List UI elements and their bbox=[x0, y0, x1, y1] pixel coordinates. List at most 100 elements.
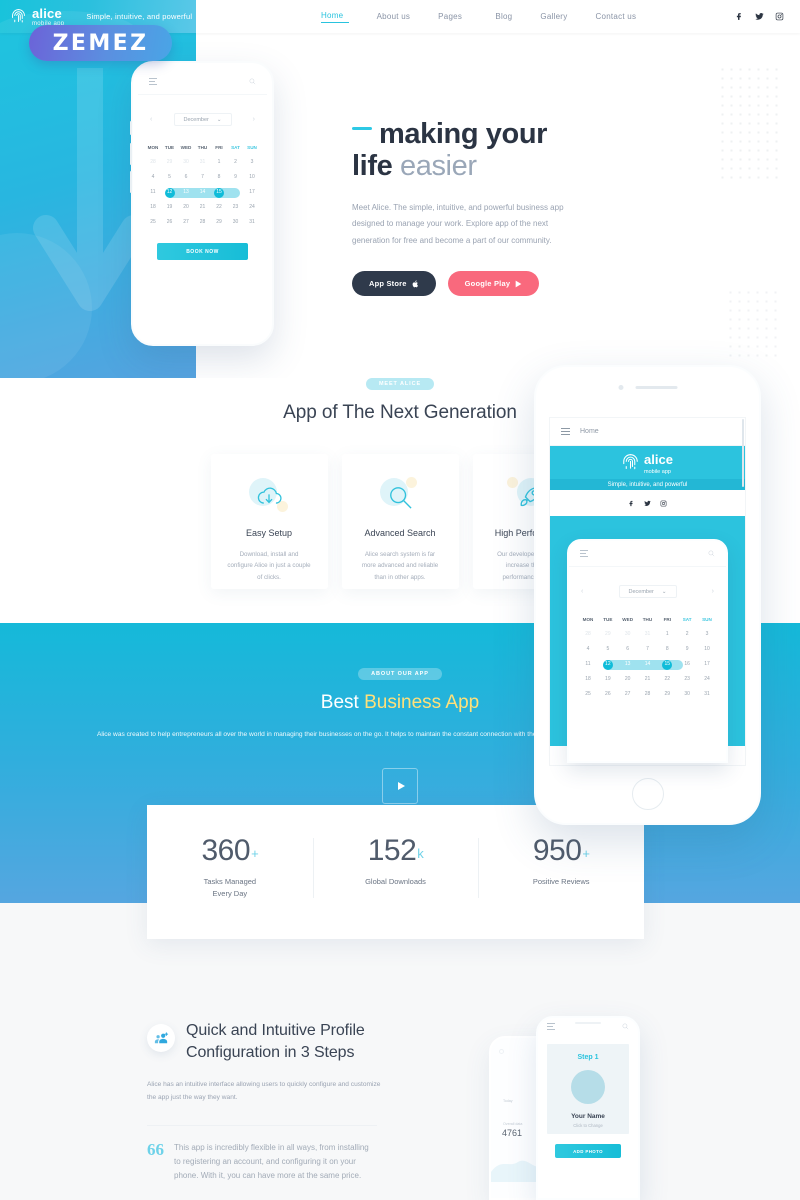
day-cell[interactable]: 25 bbox=[146, 218, 160, 227]
phone-home-button[interactable] bbox=[631, 778, 664, 810]
day-cell[interactable]: 29 bbox=[601, 630, 615, 639]
app-store-button[interactable]: App Store bbox=[352, 271, 436, 297]
search-icon[interactable] bbox=[622, 1023, 629, 1030]
facebook-icon[interactable] bbox=[628, 500, 635, 507]
calendar-month-select[interactable]: December ⌄ bbox=[618, 585, 677, 598]
day-cell[interactable]: 8 bbox=[212, 173, 226, 182]
search-icon[interactable] bbox=[708, 550, 715, 557]
calendar-prev-button[interactable]: ‹ bbox=[581, 588, 583, 595]
day-cell[interactable]: 6 bbox=[621, 645, 635, 654]
day-cell[interactable]: 18 bbox=[146, 203, 160, 212]
day-cell[interactable]: 28 bbox=[146, 158, 160, 167]
nav-item-contact-us[interactable]: Contact us bbox=[595, 12, 636, 21]
day-cell[interactable]: 7 bbox=[196, 173, 210, 182]
day-cell[interactable]: 9 bbox=[229, 173, 243, 182]
day-cell[interactable]: 24 bbox=[700, 675, 714, 684]
nav-item-blog[interactable]: Blog bbox=[495, 12, 512, 21]
day-cell-selected-start[interactable]: 12 bbox=[163, 188, 177, 197]
day-cell[interactable]: 11 bbox=[146, 188, 160, 197]
day-cell[interactable]: 25 bbox=[581, 690, 595, 699]
scrollbar[interactable] bbox=[742, 419, 744, 487]
day-cell[interactable]: 20 bbox=[621, 675, 635, 684]
day-cell[interactable]: 5 bbox=[601, 645, 615, 654]
day-cell[interactable]: 31 bbox=[640, 630, 654, 639]
day-cell[interactable]: 26 bbox=[601, 690, 615, 699]
day-cell[interactable]: 23 bbox=[680, 675, 694, 684]
day-cell[interactable]: 8 bbox=[660, 645, 674, 654]
feature-card-advanced-search[interactable]: Advanced Search Alice search system is f… bbox=[341, 454, 459, 589]
day-cell[interactable]: 19 bbox=[163, 203, 177, 212]
day-cell[interactable]: 21 bbox=[196, 203, 210, 212]
day-cell[interactable]: 2 bbox=[229, 158, 243, 167]
day-cell[interactable]: 18 bbox=[581, 675, 595, 684]
day-cell[interactable]: 30 bbox=[680, 690, 694, 699]
calendar-next-button[interactable]: › bbox=[712, 588, 714, 595]
calendar-next-button[interactable]: › bbox=[253, 116, 255, 123]
day-cell[interactable]: 17 bbox=[700, 660, 714, 669]
day-cell[interactable]: 20 bbox=[179, 203, 193, 212]
day-cell[interactable]: 22 bbox=[212, 203, 226, 212]
nav-item-home[interactable]: Home ˇ bbox=[321, 11, 349, 23]
day-cell-selected[interactable]: 13 bbox=[621, 660, 635, 669]
calendar-prev-button[interactable]: ‹ bbox=[150, 116, 152, 123]
day-cell[interactable]: 6 bbox=[179, 173, 193, 182]
day-cell[interactable]: 17 bbox=[245, 188, 259, 197]
nav-item-about-us[interactable]: About us bbox=[377, 12, 411, 21]
day-cell[interactable]: 30 bbox=[179, 158, 193, 167]
day-cell[interactable]: 31 bbox=[196, 158, 210, 167]
book-now-button[interactable]: BOOK NOW bbox=[157, 243, 248, 260]
day-cell-selected[interactable]: 14 bbox=[196, 188, 210, 197]
add-photo-button[interactable]: ADD PHOTO bbox=[555, 1144, 621, 1158]
day-cell[interactable]: 2 bbox=[680, 630, 694, 639]
google-play-button[interactable]: Google Play bbox=[447, 271, 540, 297]
day-cell[interactable]: 22 bbox=[660, 675, 674, 684]
instagram-icon[interactable] bbox=[660, 500, 667, 507]
nav-item-pages[interactable]: Pages ˇ bbox=[438, 12, 467, 21]
facebook-icon[interactable] bbox=[735, 12, 744, 21]
menu-icon[interactable] bbox=[580, 550, 588, 557]
day-cell[interactable]: 3 bbox=[245, 158, 259, 167]
day-cell[interactable]: 24 bbox=[245, 203, 259, 212]
day-cell[interactable]: 29 bbox=[660, 690, 674, 699]
menu-icon[interactable] bbox=[561, 428, 570, 435]
day-cell[interactable]: 23 bbox=[229, 203, 243, 212]
day-cell-selected[interactable]: 13 bbox=[179, 188, 193, 197]
day-cell[interactable]: 31 bbox=[245, 218, 259, 227]
day-cell[interactable]: 29 bbox=[163, 158, 177, 167]
nav-item-gallery[interactable]: Gallery bbox=[540, 12, 567, 21]
day-cell[interactable]: 31 bbox=[700, 690, 714, 699]
twitter-icon[interactable] bbox=[644, 500, 651, 507]
day-cell[interactable]: 28 bbox=[196, 218, 210, 227]
video-play-button[interactable] bbox=[382, 767, 418, 804]
day-cell[interactable]: 27 bbox=[179, 218, 193, 227]
day-cell[interactable]: 5 bbox=[163, 173, 177, 182]
day-cell[interactable]: 30 bbox=[621, 630, 635, 639]
day-cell[interactable]: 30 bbox=[229, 218, 243, 227]
day-cell[interactable]: 28 bbox=[581, 630, 595, 639]
twitter-icon[interactable] bbox=[755, 12, 764, 21]
avatar[interactable] bbox=[571, 1070, 605, 1104]
day-cell[interactable]: 9 bbox=[680, 645, 694, 654]
day-cell[interactable]: 7 bbox=[640, 645, 654, 654]
feature-card-easy-setup[interactable]: Easy Setup Download, install and configu… bbox=[210, 454, 328, 589]
day-cell[interactable]: 27 bbox=[621, 690, 635, 699]
day-cell[interactable]: 4 bbox=[581, 645, 595, 654]
day-cell[interactable]: 11 bbox=[581, 660, 595, 669]
day-cell[interactable]: 1 bbox=[212, 158, 226, 167]
day-cell[interactable]: 10 bbox=[700, 645, 714, 654]
menu-icon[interactable] bbox=[547, 1023, 555, 1030]
day-cell-selected-start[interactable]: 12 bbox=[601, 660, 615, 669]
day-cell-selected-end[interactable]: 15 bbox=[212, 188, 226, 197]
day-cell[interactable]: 19 bbox=[601, 675, 615, 684]
day-cell[interactable]: 26 bbox=[163, 218, 177, 227]
day-cell-selected-end[interactable]: 15 bbox=[660, 660, 674, 669]
day-cell[interactable]: 3 bbox=[700, 630, 714, 639]
day-cell-selected[interactable]: 14 bbox=[640, 660, 654, 669]
day-cell[interactable]: 28 bbox=[640, 690, 654, 699]
day-cell[interactable]: 1 bbox=[660, 630, 674, 639]
menu-icon[interactable] bbox=[149, 78, 157, 85]
day-cell[interactable]: 29 bbox=[212, 218, 226, 227]
day-cell[interactable]: 4 bbox=[146, 173, 160, 182]
day-cell[interactable]: 21 bbox=[640, 675, 654, 684]
calendar-month-select[interactable]: December ⌄ bbox=[173, 113, 232, 126]
